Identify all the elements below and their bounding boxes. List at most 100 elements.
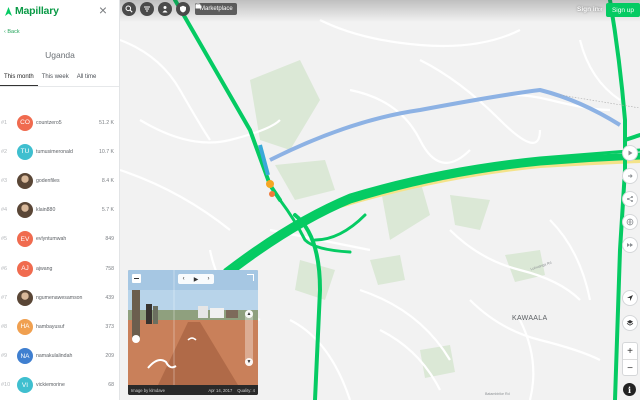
leaderboard-row[interactable]: #6 AJ ajwang 758 — [0, 254, 119, 283]
rank-number: #7 — [1, 294, 8, 301]
leaderboard-row[interactable]: #4 klain880 5.7 K — [0, 196, 119, 225]
locate-button[interactable] — [622, 290, 638, 306]
next-image-button[interactable]: › — [207, 276, 209, 282]
image-count: 758 — [105, 265, 114, 272]
leaderboard-row[interactable]: #5 EV evlyntumwah 849 — [0, 225, 119, 254]
previous-image-button[interactable]: ‹ — [183, 276, 185, 282]
person-button[interactable] — [158, 2, 172, 16]
zoom-out-button[interactable]: − — [623, 360, 637, 376]
image-viewer[interactable]: ‹ ▶ › ▲ ▼ Image by klmdave Apr 14, 2017 … — [128, 270, 258, 395]
play-sequence-button[interactable]: ▶ — [194, 276, 199, 283]
username[interactable]: evlyntumwah — [36, 236, 105, 242]
play-icon — [628, 150, 633, 156]
zoom-control: + − — [622, 342, 638, 376]
leaderboard-row[interactable]: #3 godenfiles 8.4 K — [0, 166, 119, 195]
brand-name: Mapillary — [15, 5, 59, 17]
leaderboard-row[interactable]: #2 TU tumusimeronald 10.7 K — [0, 137, 119, 166]
username[interactable]: hambayusuf — [36, 324, 105, 330]
avatar[interactable] — [17, 202, 33, 219]
rank-number: #9 — [1, 353, 8, 360]
tab-all-time[interactable]: All time — [73, 72, 101, 86]
avatar[interactable]: EV — [17, 231, 33, 248]
turn-left-button[interactable] — [132, 335, 140, 343]
viewer-direction-control: ▲ ▼ — [245, 310, 253, 366]
minimize-viewer-button[interactable] — [132, 274, 141, 283]
leaderboard-row[interactable]: #10 VI vickiemorine 68 — [0, 371, 119, 400]
road-label: Batambirike Rd — [485, 392, 510, 396]
street-photo[interactable]: ‹ ▶ › ▲ ▼ — [128, 270, 258, 385]
period-tabs: This month This week All time — [0, 72, 119, 86]
globe-icon — [626, 218, 634, 226]
person-icon — [162, 6, 168, 13]
avatar[interactable]: HA — [17, 318, 33, 335]
image-count: 10.7 K — [99, 148, 114, 155]
sign-up-button[interactable]: Sign up — [606, 3, 640, 17]
username[interactable]: godenfiles — [36, 178, 102, 184]
share-button-top[interactable] — [622, 168, 638, 184]
image-date: Apr 14, 2017 — [208, 387, 233, 393]
tab-this-week[interactable]: This week — [38, 72, 73, 86]
rank-number: #4 — [1, 207, 8, 214]
shield-button[interactable] — [176, 2, 190, 16]
brand-logo[interactable]: Mapillary — [4, 4, 59, 18]
leaderboard-row[interactable]: #7 ngumenawesamson 439 — [0, 283, 119, 312]
shield-icon — [180, 5, 186, 13]
share-icon — [627, 196, 633, 202]
region-title: Uganda — [45, 50, 75, 60]
username[interactable]: vickiemorine — [36, 382, 108, 388]
username[interactable]: ngumenawesamson — [36, 295, 105, 301]
tab-this-month[interactable]: This month — [0, 72, 38, 86]
layers-button[interactable] — [622, 315, 638, 331]
map-current-position-marker[interactable] — [266, 180, 274, 188]
username[interactable]: tumusimeronald — [36, 149, 99, 155]
avatar[interactable]: VI — [17, 377, 33, 394]
expand-viewer-icon[interactable] — [247, 274, 254, 281]
marketplace-button[interactable]: Marketplace — [195, 3, 237, 15]
viewer-nav: ‹ ▶ › — [178, 274, 214, 284]
sequence-play-button[interactable] — [622, 145, 638, 161]
leaderboard-row[interactable]: #1 CO countzero5 51.2 K — [0, 108, 119, 137]
sidebar: Mapillary × ‹ Back Uganda This month Thi… — [0, 0, 120, 400]
close-sidebar-button[interactable]: × — [99, 2, 107, 18]
globe-button[interactable] — [622, 214, 638, 230]
username[interactable]: ajwang — [36, 266, 105, 272]
leaderboard-row[interactable]: #8 HA hambayusuf 373 — [0, 312, 119, 341]
rank-number: #2 — [1, 148, 8, 155]
image-count: 8.4 K — [101, 177, 114, 184]
filter-button[interactable] — [140, 2, 154, 16]
avatar[interactable]: CO — [17, 114, 33, 131]
search-icon — [125, 5, 133, 13]
move-forward-button[interactable]: ▲ — [245, 310, 253, 318]
zoom-in-button[interactable]: + — [623, 343, 637, 359]
image-count: 373 — [105, 323, 114, 330]
username[interactable]: klain880 — [36, 207, 102, 213]
avatar[interactable] — [17, 172, 33, 189]
sign-in-link[interactable]: Sign in — [577, 6, 599, 13]
avatar[interactable]: TU — [17, 143, 33, 160]
image-count: 209 — [105, 353, 114, 360]
image-count: 5.7 K — [101, 207, 114, 214]
username[interactable]: countzero5 — [36, 120, 99, 126]
rank-number: #6 — [1, 265, 8, 272]
leaderboard-list: #1 CO countzero5 51.2 K #2 TU tumusimeronald 10… — [0, 108, 119, 400]
avatar[interactable] — [17, 289, 33, 306]
avatar[interactable]: AJ — [17, 260, 33, 277]
move-backward-button[interactable]: ▼ — [245, 358, 253, 366]
search-button[interactable] — [122, 2, 136, 16]
avatar[interactable]: NA — [17, 348, 33, 365]
leaderboard-row[interactable]: #9 NA namakulalindah 209 — [0, 342, 119, 371]
map-park-area — [295, 260, 335, 300]
map-park-area — [450, 195, 490, 230]
username[interactable]: namakulalindah — [36, 353, 105, 359]
fast-forward-icon — [627, 243, 633, 247]
tab-divider — [0, 86, 119, 87]
playback-button[interactable] — [622, 237, 638, 253]
image-author[interactable]: Image by klmdave — [131, 388, 203, 393]
back-link[interactable]: ‹ Back — [4, 29, 20, 35]
image-quality: Quality: 4 — [237, 387, 255, 393]
mapillary-logo-icon — [5, 6, 12, 16]
info-button[interactable]: i — [623, 383, 636, 396]
marketplace-label: Marketplace — [200, 6, 233, 12]
rank-number: #3 — [1, 177, 8, 184]
share-button[interactable] — [622, 191, 638, 207]
